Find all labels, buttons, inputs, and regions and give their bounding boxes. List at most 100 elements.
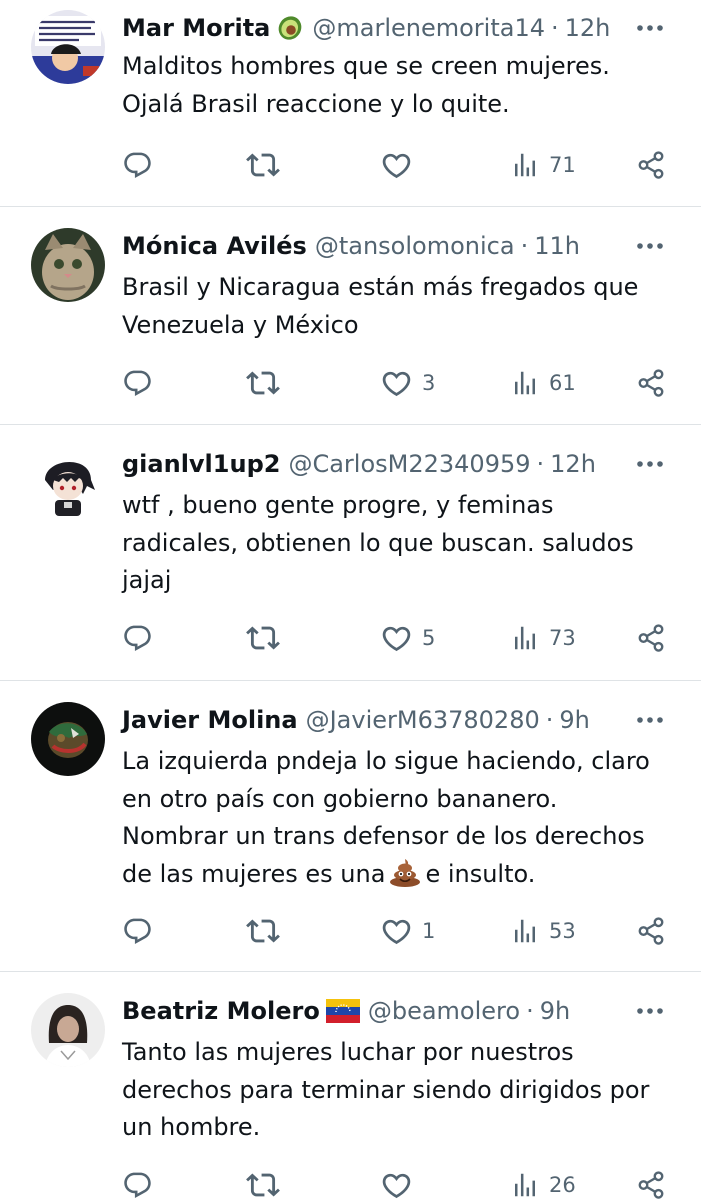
retweet-button[interactable] <box>246 618 280 658</box>
share-button[interactable] <box>636 1165 666 1200</box>
text-line: Nombrar un trans defensor de los derecho… <box>122 822 645 850</box>
tweet-text: La izquierda pndeja lo sigue haciendo, c… <box>122 743 687 898</box>
avatar[interactable] <box>31 993 105 1067</box>
avatar[interactable] <box>31 228 105 302</box>
text-fragment: de las mujeres es una <box>122 859 386 888</box>
tweet-header: Beatriz Molero @beamolero · 9h <box>122 993 681 1029</box>
user-handle[interactable]: @JavierM63780280 <box>306 706 540 734</box>
display-name[interactable]: Javier Molina <box>122 706 298 734</box>
tweet-text: Malditos hombres que se creen mujeres. O… <box>122 48 687 123</box>
tweet-card[interactable]: Javier Molina @JavierM63780280 · 9h La i… <box>0 681 701 972</box>
display-name[interactable]: Mónica Avilés <box>122 232 307 260</box>
like-count: 5 <box>422 626 436 650</box>
more-options-icon[interactable] <box>633 450 667 478</box>
pile-of-poo-emoji-icon <box>388 857 422 899</box>
action-bar: 1 53 <box>0 911 701 951</box>
reply-icon <box>122 1170 153 1200</box>
reply-icon <box>122 368 153 399</box>
user-handle[interactable]: @tansolomonica <box>315 232 515 260</box>
text-line: en otro país con gobierno bananero. <box>122 784 558 813</box>
reply-icon <box>122 623 153 654</box>
timestamp[interactable]: 12h <box>565 14 611 42</box>
text-fragment: e insulto. <box>425 859 536 888</box>
retweet-button[interactable] <box>246 145 280 185</box>
like-button[interactable] <box>380 1165 422 1200</box>
bar-chart-icon <box>510 916 540 946</box>
like-button[interactable] <box>380 145 422 185</box>
action-bar: 71 <box>0 145 701 185</box>
retweet-button[interactable] <box>246 363 280 403</box>
reply-icon <box>122 916 153 947</box>
text-line: derechos para terminar siendo dirigidos … <box>122 1075 650 1104</box>
like-button[interactable]: 3 <box>380 363 435 403</box>
heart-icon <box>380 622 413 655</box>
retweet-icon <box>246 1168 280 1200</box>
reply-button[interactable] <box>122 911 153 951</box>
avocado-emoji-icon <box>276 14 304 42</box>
tweet-card[interactable]: Mar Morita @marlenemorita14 · 12h Maldit… <box>0 0 701 207</box>
reply-button[interactable] <box>122 363 153 403</box>
views-button[interactable]: 71 <box>510 145 576 185</box>
reply-button[interactable] <box>122 1165 153 1200</box>
share-button[interactable] <box>636 911 666 951</box>
more-options-icon[interactable] <box>633 706 667 734</box>
separator-dot: · <box>536 450 545 478</box>
text-line: de las mujeres es una e insulto. <box>122 856 687 899</box>
view-count: 73 <box>549 626 576 650</box>
display-name[interactable]: Mar Morita <box>122 14 270 42</box>
venezuela-flag-emoji-icon <box>325 999 360 1023</box>
avatar[interactable] <box>31 702 105 776</box>
more-options-icon[interactable] <box>633 232 667 260</box>
timestamp[interactable]: 9h <box>540 997 570 1025</box>
retweet-icon <box>246 621 280 655</box>
share-button[interactable] <box>636 618 666 658</box>
tweet-card[interactable]: Mónica Avilés @tansolomonica · 11h Brasi… <box>0 207 701 425</box>
views-button[interactable]: 26 <box>510 1165 576 1200</box>
like-button[interactable]: 1 <box>380 911 435 951</box>
tweet-text: Brasil y Nicaragua están más fregados qu… <box>122 269 687 344</box>
tweet-card[interactable]: gianlvl1up2 @CarlosM22340959 · 12h wtf ,… <box>0 425 701 681</box>
avatar[interactable] <box>31 446 105 520</box>
separator-dot: · <box>545 706 554 734</box>
more-options-icon[interactable] <box>633 997 667 1025</box>
tweet-text: wtf , bueno gente progre, y feminas radi… <box>122 487 687 600</box>
reply-button[interactable] <box>122 145 153 185</box>
tweet-header: Mónica Avilés @tansolomonica · 11h <box>122 228 681 264</box>
retweet-icon <box>246 914 280 948</box>
text-line: Ojalá Brasil reaccione y lo quite. <box>122 89 510 118</box>
share-button[interactable] <box>636 145 666 185</box>
share-icon <box>636 623 666 653</box>
more-options-icon[interactable] <box>633 14 667 42</box>
timestamp[interactable]: 9h <box>559 706 589 734</box>
views-button[interactable]: 73 <box>510 618 576 658</box>
tweet-text: Tanto las mujeres luchar por nuestros de… <box>122 1034 687 1147</box>
avatar[interactable] <box>31 10 105 84</box>
view-count: 26 <box>549 1173 576 1197</box>
views-button[interactable]: 53 <box>510 911 576 951</box>
heart-icon <box>380 1169 413 1200</box>
separator-dot: · <box>520 232 529 260</box>
user-handle[interactable]: @beamolero <box>368 997 520 1025</box>
user-handle[interactable]: @marlenemorita14 <box>312 14 545 42</box>
text-line: Brasil y Nicaragua están más fregados qu… <box>122 273 639 301</box>
view-count: 71 <box>549 153 576 177</box>
user-handle[interactable]: @CarlosM22340959 <box>288 450 530 478</box>
text-line: Malditos hombres que se creen mujeres. <box>122 52 610 80</box>
reply-button[interactable] <box>122 618 153 658</box>
share-icon <box>636 368 666 398</box>
bar-chart-icon <box>510 150 540 180</box>
views-button[interactable]: 61 <box>510 363 576 403</box>
tweet-card[interactable]: Beatriz Molero @beamolero · 9h Tanto las… <box>0 972 701 1200</box>
separator-dot: · <box>551 14 559 42</box>
retweet-button[interactable] <box>246 911 280 951</box>
share-icon <box>636 916 666 946</box>
timestamp[interactable]: 11h <box>534 232 580 260</box>
share-button[interactable] <box>636 363 666 403</box>
display-name[interactable]: gianlvl1up2 <box>122 450 280 478</box>
view-count: 53 <box>549 919 576 943</box>
bar-chart-icon <box>510 368 540 398</box>
retweet-button[interactable] <box>246 1165 280 1200</box>
display-name[interactable]: Beatriz Molero <box>122 997 320 1025</box>
timestamp[interactable]: 12h <box>550 450 596 478</box>
like-button[interactable]: 5 <box>380 618 435 658</box>
